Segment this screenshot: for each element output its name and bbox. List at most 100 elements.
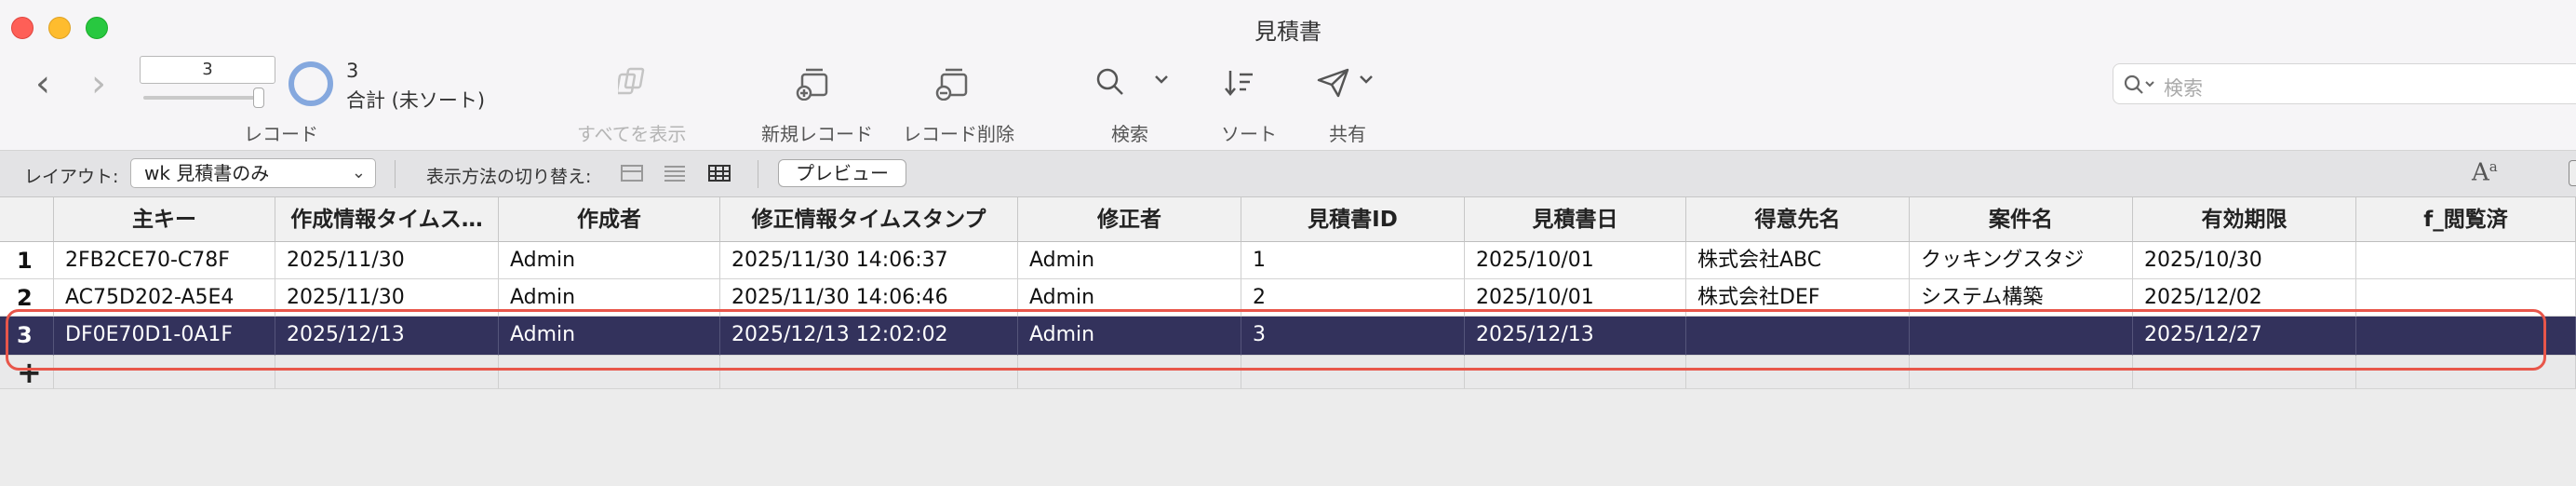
share-button[interactable]: 共有: [1329, 119, 1366, 146]
search-icon: [2123, 74, 2158, 100]
column-header[interactable]: 得意先名: [1686, 197, 1910, 242]
table-cell[interactable]: 株式会社DEF: [1686, 279, 1910, 317]
show-all-icon[interactable]: [618, 65, 650, 97]
view-switch-label: 表示方法の切り替え:: [426, 167, 592, 187]
list-view-icon[interactable]: [663, 164, 687, 186]
table-cell[interactable]: 1: [1241, 242, 1465, 279]
table-cell[interactable]: 株式会社ABC: [1686, 242, 1910, 279]
empty-cell: [2133, 356, 2356, 389]
empty-cell: [275, 356, 499, 389]
table-header: 主キー 作成情報タイムス… 作成者 修正情報タイムスタンプ 修正者 見積書ID …: [0, 197, 2576, 242]
record-slider-track[interactable]: [143, 96, 264, 100]
table-cell[interactable]: 2FB2CE70-C78F: [54, 242, 275, 279]
table-cell[interactable]: AC75D202-A5E4: [54, 279, 275, 317]
column-header[interactable]: 見積書ID: [1241, 197, 1465, 242]
empty-content-area: [0, 398, 2576, 486]
table-cell[interactable]: 2025/12/02: [2133, 279, 2356, 317]
quick-find-field[interactable]: 検索: [2113, 63, 2576, 104]
column-header[interactable]: 作成者: [499, 197, 720, 242]
column-header[interactable]: 修正情報タイムスタンプ: [720, 197, 1018, 242]
form-view-icon[interactable]: [620, 164, 644, 186]
table-row[interactable]: 1 2FB2CE70-C78F 2025/11/30 Admin 2025/11…: [0, 242, 2576, 279]
empty-cell: [54, 356, 275, 389]
layout-label: レイアウト:: [24, 167, 119, 187]
magnifier-icon[interactable]: [1094, 67, 1128, 99]
share-icon[interactable]: [1316, 67, 1351, 99]
row-number[interactable]: 2: [0, 279, 54, 317]
table-cell[interactable]: 2025/11/30 14:06:46: [720, 279, 1018, 317]
table-cell[interactable]: クッキングスタジ: [1910, 242, 2133, 279]
table-cell[interactable]: Admin: [499, 279, 720, 317]
table-cell[interactable]: 2025/10/01: [1465, 279, 1686, 317]
record-count-label: 合計 (未ソート): [346, 89, 486, 112]
table-cell[interactable]: 2025/12/13: [1465, 317, 1686, 356]
table-cell[interactable]: Admin: [499, 317, 720, 356]
column-header[interactable]: 有効期限: [2133, 197, 2356, 242]
search-placeholder: 検索: [2164, 77, 2203, 100]
find-button[interactable]: 検索: [1111, 119, 1148, 146]
empty-cell: [2356, 356, 2576, 389]
table-cell[interactable]: Admin: [1018, 279, 1241, 317]
table-cell[interactable]: 2025/12/13 12:02:02: [720, 317, 1018, 356]
column-header[interactable]: 作成情報タイムス…: [275, 197, 499, 242]
layout-select[interactable]: wk 見積書のみ ⌄: [130, 158, 376, 188]
table-cell[interactable]: 2025/12/13: [275, 317, 499, 356]
sort-icon[interactable]: [1223, 67, 1256, 99]
show-all-button[interactable]: すべてを表示: [577, 119, 686, 146]
sort-button[interactable]: ソート: [1221, 119, 1277, 146]
table-cell[interactable]: DF0E70D1-0A1F: [54, 317, 275, 356]
delete-record-button[interactable]: レコード削除: [903, 119, 1014, 146]
table-row-selected[interactable]: 3 DF0E70D1-0A1F 2025/12/13 Admin 2025/12…: [0, 317, 2576, 356]
divider: [395, 160, 396, 188]
next-record-icon[interactable]: ›: [91, 65, 106, 102]
table-cell[interactable]: 2025/11/30 14:06:37: [720, 242, 1018, 279]
preview-button[interactable]: プレビュー: [778, 159, 906, 187]
empty-cell: [720, 356, 1018, 389]
new-record-button[interactable]: 新規レコード: [761, 119, 873, 146]
current-record-input[interactable]: 3: [140, 56, 275, 84]
previous-record-icon[interactable]: ‹: [35, 65, 50, 102]
table-cell[interactable]: 2025/11/30: [275, 279, 499, 317]
table-cell[interactable]: Admin: [1018, 242, 1241, 279]
table-row[interactable]: 2 AC75D202-A5E4 2025/11/30 Admin 2025/11…: [0, 279, 2576, 317]
table-cell[interactable]: 2025/10/01: [1465, 242, 1686, 279]
table-cell[interactable]: 2025/10/30: [2133, 242, 2356, 279]
row-number[interactable]: 1: [0, 242, 54, 279]
record-label: レコード: [244, 123, 318, 145]
table-cell[interactable]: 2025/11/30: [275, 242, 499, 279]
formatting-bar-toggle[interactable]: [2569, 160, 2576, 186]
add-record-row[interactable]: +: [0, 356, 2576, 389]
share-chevron-down-icon[interactable]: [1359, 74, 1374, 86]
table-cell[interactable]: 3: [1241, 317, 1465, 356]
table-cell[interactable]: [2356, 242, 2576, 279]
record-slider-thumb[interactable]: [253, 88, 264, 108]
record-pie-icon: [288, 61, 333, 106]
column-header[interactable]: 主キー: [54, 197, 275, 242]
column-header[interactable]: 見積書日: [1465, 197, 1686, 242]
table-cell[interactable]: Admin: [499, 242, 720, 279]
add-record-icon[interactable]: +: [0, 356, 54, 389]
table-cell[interactable]: システム構築: [1910, 279, 2133, 317]
chevron-down-icon: ⌄: [351, 163, 366, 182]
row-number[interactable]: 3: [0, 317, 54, 356]
table-cell[interactable]: 2025/12/27: [2133, 317, 2356, 356]
new-record-icon[interactable]: [795, 65, 832, 101]
record-count: 3: [346, 60, 359, 82]
column-header[interactable]: f_閲覧済: [2356, 197, 2576, 242]
empty-cell: [1018, 356, 1241, 389]
column-header[interactable]: 修正者: [1018, 197, 1241, 242]
table-cell[interactable]: [2356, 279, 2576, 317]
table-cell[interactable]: 2: [1241, 279, 1465, 317]
empty-cell: [1910, 356, 2133, 389]
delete-record-icon[interactable]: [934, 65, 972, 101]
table-cell[interactable]: [1686, 317, 1910, 356]
text-size-icon[interactable]: Aa: [2472, 158, 2498, 187]
table-cell[interactable]: Admin: [1018, 317, 1241, 356]
table-cell[interactable]: [1910, 317, 2133, 356]
column-header[interactable]: 案件名: [1910, 197, 2133, 242]
table-cell[interactable]: [2356, 317, 2576, 356]
table-view-icon[interactable]: [707, 164, 731, 186]
empty-cell: [499, 356, 720, 389]
toolbar: 見積書 ‹ › 3 3 合計 (未ソート) レコード すべてを表示 新規レコード: [0, 0, 2576, 151]
find-chevron-down-icon[interactable]: [1154, 74, 1169, 86]
